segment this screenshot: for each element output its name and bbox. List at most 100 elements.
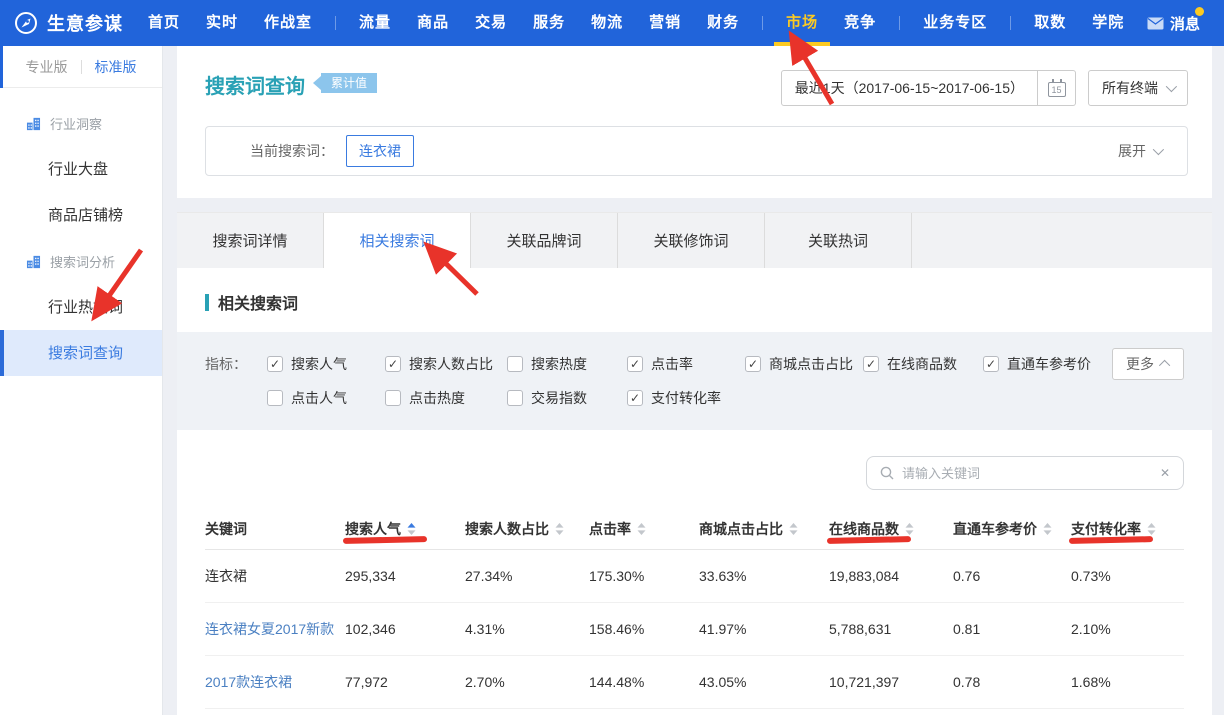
nav-item-服务[interactable]: 服务: [520, 0, 578, 46]
nav-item-学院[interactable]: 学院: [1079, 0, 1137, 46]
metric-checkbox-搜索热度[interactable]: 搜索热度: [507, 354, 627, 374]
column-header-搜索人气[interactable]: 搜索人气: [345, 519, 465, 539]
checked-checkbox-icon[interactable]: ✓: [745, 356, 761, 372]
checked-checkbox-icon[interactable]: ✓: [385, 356, 401, 372]
unchecked-checkbox-icon[interactable]: [507, 356, 523, 372]
nav-item-实时[interactable]: 实时: [193, 0, 251, 46]
checked-checkbox-icon[interactable]: ✓: [863, 356, 879, 372]
metric-checkbox-交易指数[interactable]: 交易指数: [507, 388, 627, 408]
metric-checkbox-点击热度[interactable]: 点击热度: [385, 388, 507, 408]
column-header-在线商品数[interactable]: 在线商品数: [829, 519, 953, 539]
metric-checkbox-点击人气[interactable]: 点击人气: [267, 388, 385, 408]
nav-item-营销[interactable]: 营销: [636, 0, 694, 46]
checked-checkbox-icon[interactable]: ✓: [627, 356, 643, 372]
sidebar-item-商品店铺榜[interactable]: 商品店铺榜: [0, 192, 162, 238]
metric-checkbox-在线商品数[interactable]: ✓在线商品数: [863, 354, 983, 374]
sort-icon[interactable]: [637, 522, 646, 536]
annotation-underline: [343, 536, 427, 544]
metric-checkbox-支付转化率[interactable]: ✓支付转化率: [627, 388, 745, 408]
metric-checkbox-点击率[interactable]: ✓ 点击率: [627, 354, 745, 374]
version-tab-标准版[interactable]: 标准版: [82, 57, 150, 77]
checked-checkbox-icon[interactable]: ✓: [627, 390, 643, 406]
column-header-点击率[interactable]: 点击率: [589, 519, 699, 539]
tab-关联修饰词[interactable]: 关联修饰词: [618, 213, 765, 268]
tab-filler: [912, 213, 1212, 268]
unchecked-checkbox-icon[interactable]: [267, 390, 283, 406]
tab-相关搜索词[interactable]: 相关搜索词: [324, 213, 471, 268]
unchecked-checkbox-icon[interactable]: [385, 390, 401, 406]
checked-checkbox-icon[interactable]: ✓: [983, 356, 999, 372]
sidebar-item-行业热搜词[interactable]: 行业热搜词: [0, 284, 162, 330]
clear-search-icon[interactable]: ✕: [1160, 466, 1170, 480]
sort-icon[interactable]: [1147, 522, 1156, 536]
keyword-search-input[interactable]: [902, 466, 1152, 481]
tab-关联品牌词[interactable]: 关联品牌词: [471, 213, 618, 268]
terminal-select[interactable]: 所有终端: [1088, 70, 1188, 106]
sidebar-section-label: 搜索词分析: [50, 252, 115, 271]
metric-checkbox-搜索人数占比[interactable]: ✓搜索人数占比: [385, 354, 507, 374]
value-cell: 2.70%: [465, 674, 589, 690]
sidebar-item-搜索词查询[interactable]: 搜索词查询: [0, 330, 162, 376]
column-header-搜索人数占比[interactable]: 搜索人数占比: [465, 519, 589, 539]
keyword-cell-2017款连衣裙[interactable]: 2017款连衣裙: [205, 672, 345, 692]
metric-checkbox-搜索人气[interactable]: ✓搜索人气: [267, 354, 385, 374]
metric-checkbox-商城点击占比[interactable]: ✓商城点击占比: [745, 354, 863, 374]
checked-checkbox-icon[interactable]: ✓: [267, 356, 283, 372]
more-label: 更多: [1126, 354, 1154, 374]
sidebar-section-搜索词分析: 搜索词分析: [0, 238, 162, 284]
nav-item-交易[interactable]: 交易: [462, 0, 520, 46]
app-logo[interactable]: 生意参谋: [0, 10, 135, 36]
value-cell: 5,788,631: [829, 621, 953, 637]
nav-item-业务专区[interactable]: 业务专区: [910, 0, 1000, 46]
sort-icon[interactable]: [789, 522, 798, 536]
metric-checkbox-直通车参考价[interactable]: ✓直通车参考价: [983, 354, 1117, 374]
value-cell: 295,334: [345, 568, 465, 584]
nav-item-流量[interactable]: 流量: [346, 0, 404, 46]
keyword-cell-连衣裙女夏2017新款[interactable]: 连衣裙女夏2017新款: [205, 619, 345, 639]
metric-name: 交易指数: [531, 388, 587, 408]
value-cell: 144.48%: [589, 674, 699, 690]
current-term-panel: 当前搜索词： 连衣裙 展开: [205, 126, 1188, 176]
column-header-商城点击占比[interactable]: 商城点击占比: [699, 519, 829, 539]
nav-item-市场[interactable]: 市场: [773, 0, 831, 46]
value-cell: 43.05%: [699, 674, 829, 690]
section-title: 相关搜索词: [177, 268, 1212, 332]
chevron-up-icon: [1159, 360, 1170, 371]
sort-icon[interactable]: [905, 522, 914, 536]
sidebar-menu: 行业洞察行业大盘商品店铺榜搜索词分析行业热搜词搜索词查询: [0, 88, 162, 376]
nav-item-取数[interactable]: 取数: [1021, 0, 1079, 46]
table-header-row: 关键词搜索人气搜索人数占比点击率商城点击占比在线商品数直通车参考价支付转化率: [205, 508, 1184, 550]
building-icon: [26, 117, 41, 131]
sidebar-item-行业大盘[interactable]: 行业大盘: [0, 146, 162, 192]
date-range-picker[interactable]: 最近1天（2017-06-15~2017-06-15）: [781, 70, 1038, 106]
nav-item-商品[interactable]: 商品: [404, 0, 462, 46]
value-cell: 0.81: [953, 621, 1071, 637]
current-term-tag[interactable]: 连衣裙: [346, 135, 414, 167]
chevron-down-icon: [1166, 81, 1177, 92]
column-header-支付转化率[interactable]: 支付转化率: [1071, 519, 1184, 539]
unchecked-checkbox-icon[interactable]: [507, 390, 523, 406]
column-header-直通车参考价[interactable]: 直通车参考价: [953, 519, 1071, 539]
main-content: 搜索词查询 累计值 最近1天（2017-06-15~2017-06-15） 15…: [163, 46, 1224, 715]
version-tab-专业版[interactable]: 专业版: [13, 57, 81, 77]
nav-item-物流[interactable]: 物流: [578, 0, 636, 46]
metric-name: 点击率: [651, 354, 693, 374]
value-cell: 158.46%: [589, 621, 699, 637]
nav-divider: [335, 16, 336, 30]
nav-item-作战室[interactable]: 作战室: [251, 0, 325, 46]
expand-toggle[interactable]: 展开: [1118, 141, 1161, 161]
nav-item-财务[interactable]: 财务: [694, 0, 752, 46]
calendar-button[interactable]: 15: [1038, 70, 1076, 106]
tab-关联热词[interactable]: 关联热词: [765, 213, 912, 268]
sort-icon[interactable]: [555, 522, 564, 536]
sort-icon[interactable]: [1043, 522, 1052, 536]
sort-icon[interactable]: [407, 522, 416, 536]
metric-filter-band: 指标：✓搜索人气✓搜索人数占比搜索热度✓点击率✓商城点击占比✓在线商品数✓直通车…: [177, 332, 1212, 430]
page-title: 搜索词查询: [205, 70, 305, 99]
nav-item-竞争[interactable]: 竞争: [831, 0, 889, 46]
nav-item-首页[interactable]: 首页: [135, 0, 193, 46]
tab-搜索词详情[interactable]: 搜索词详情: [177, 213, 324, 268]
messages-button[interactable]: 消息: [1147, 13, 1208, 34]
more-metrics-button[interactable]: 更多: [1112, 348, 1184, 380]
value-cell: 27.34%: [465, 568, 589, 584]
